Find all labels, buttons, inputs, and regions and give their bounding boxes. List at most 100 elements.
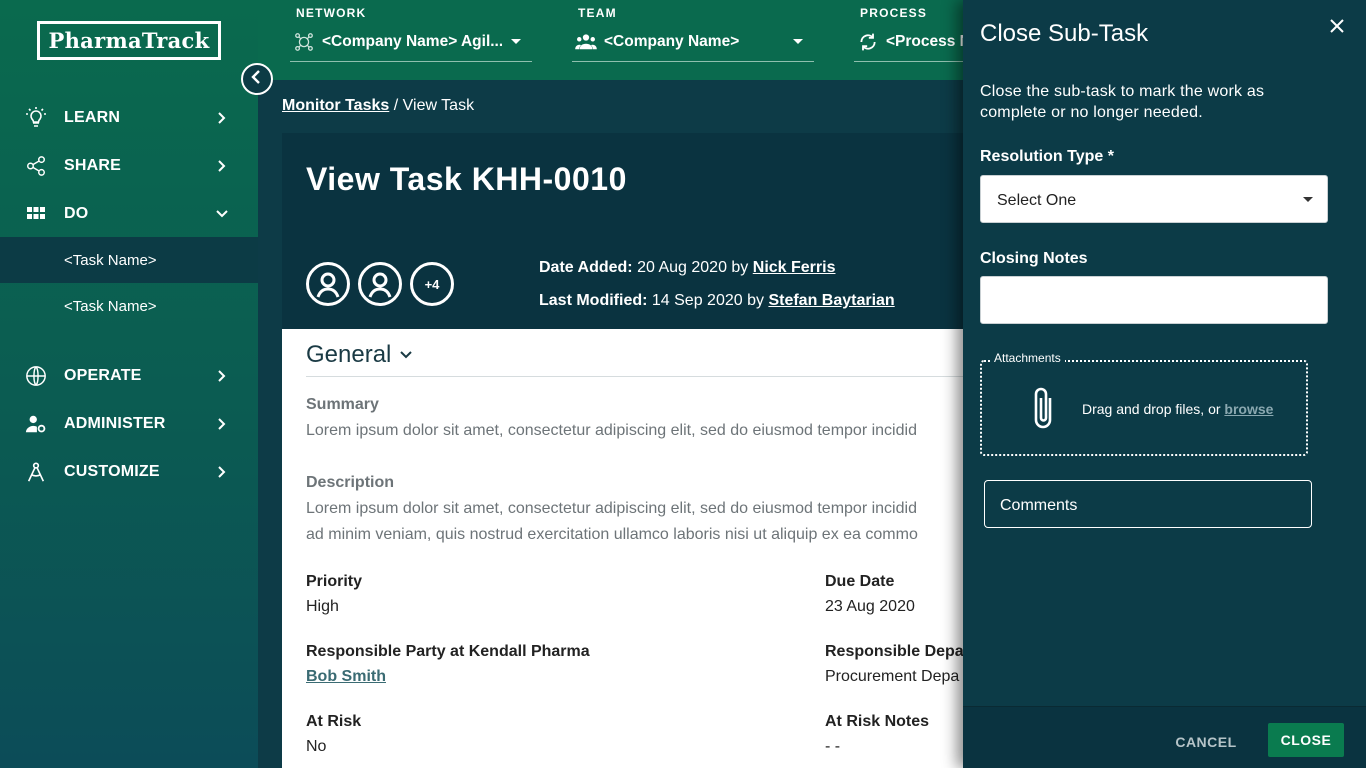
dropdown-arrow-icon <box>1303 197 1313 202</box>
paperclip-icon <box>1028 384 1058 434</box>
team-value: <Company Name> <box>604 33 740 50</box>
attachments-dropzone[interactable]: Attachments Drag and drop files, or brow… <box>980 351 1308 456</box>
at-risk-label: At Risk <box>306 713 362 730</box>
dropzone-text: Drag and drop files, or browse <box>1082 401 1273 417</box>
share-icon <box>24 154 48 178</box>
resolution-type-label: Resolution Type * <box>980 148 1114 165</box>
priority-value: High <box>306 598 339 615</box>
globe-icon <box>24 364 48 388</box>
section-title: General <box>306 341 392 368</box>
sidebar-subitem-label: <Task Name> <box>64 251 157 269</box>
breadcrumb-current: View Task <box>402 97 475 114</box>
sidebar-subitem-label: <Task Name> <box>64 297 157 315</box>
process-label: PROCESS <box>860 6 928 20</box>
process-dropdown[interactable]: <Process N <box>854 28 971 62</box>
last-modified-value: 14 Sep 2020 by <box>651 292 764 309</box>
date-added-value: 20 Aug 2020 by <box>637 259 749 276</box>
chevron-right-icon <box>212 366 232 386</box>
divider <box>306 376 982 377</box>
resolution-type-value: Select One <box>997 192 1077 209</box>
team-label: TEAM <box>578 6 617 20</box>
chevron-right-icon <box>212 414 232 434</box>
due-date-value: 23 Aug 2020 <box>825 598 915 615</box>
network-label: NETWORK <box>296 6 367 20</box>
close-subtask-drawer: Close Sub-Task Close the sub-task to mar… <box>963 0 1366 768</box>
user-gear-icon <box>24 412 48 436</box>
sidebar-item-label: CUSTOMIZE <box>64 463 160 480</box>
chevron-down-icon <box>399 341 413 369</box>
date-added-label: Date Added: <box>539 259 633 276</box>
summary-text: Lorem ipsum dolor sit amet, consectetur … <box>306 422 917 439</box>
comments-field[interactable]: Comments <box>984 480 1312 528</box>
breadcrumb-separator: / <box>389 97 403 114</box>
sidebar-item-share[interactable]: SHARE <box>0 142 258 190</box>
sidebar-item-label: SHARE <box>64 157 122 174</box>
sidebar: PharmaTrack LEARN SHARE DO <Task Name> <… <box>0 0 258 768</box>
close-icon <box>1329 18 1345 39</box>
avatar[interactable] <box>306 262 350 306</box>
breadcrumb: Monitor Tasks / View Task <box>282 97 474 115</box>
description-text-line1: Lorem ipsum dolor sit amet, consectetur … <box>306 500 917 517</box>
team-dropdown[interactable]: <Company Name> <box>572 28 814 62</box>
collapse-sidebar-button[interactable] <box>241 63 273 95</box>
description-label: Description <box>306 474 395 491</box>
sidebar-item-operate[interactable]: OPERATE <box>0 352 258 400</box>
sidebar-subitem-task[interactable]: <Task Name> <box>0 283 258 329</box>
logo[interactable]: PharmaTrack <box>36 20 222 60</box>
responsible-party-label: Responsible Party at Kendall Pharma <box>306 643 590 660</box>
refresh-icon <box>856 30 880 54</box>
network-dropdown[interactable]: <Company Name> Agil... <box>290 28 532 62</box>
dropdown-arrow-icon <box>511 39 521 44</box>
dropdown-arrow-icon <box>793 39 803 44</box>
cancel-button[interactable]: CANCEL <box>1166 729 1246 755</box>
sidebar-subitem-task[interactable]: <Task Name> <box>0 237 258 283</box>
sidebar-item-label: DO <box>64 205 89 222</box>
breadcrumb-link-monitor-tasks[interactable]: Monitor Tasks <box>282 97 389 114</box>
drawer-footer: CANCEL CLOSE <box>963 706 1366 768</box>
drawer-title: Close Sub-Task <box>980 20 1149 47</box>
drawer-description: Close the sub-task to mark the work as c… <box>980 83 1265 121</box>
due-date-label: Due Date <box>825 573 895 590</box>
modified-by-link[interactable]: Stefan Baytarian <box>768 292 894 309</box>
logo-area: PharmaTrack <box>0 0 258 80</box>
description-text-line2: ad minim veniam, quis nostrud exercitati… <box>306 526 918 543</box>
more-avatars-badge[interactable]: +4 <box>410 262 454 306</box>
at-risk-notes-label: At Risk Notes <box>825 713 930 730</box>
network-value: <Company Name> Agil... <box>322 33 502 50</box>
closing-notes-input[interactable] <box>980 276 1328 324</box>
added-by-link[interactable]: Nick Ferris <box>753 259 836 276</box>
team-icon <box>574 30 598 54</box>
chevron-down-icon <box>212 204 232 224</box>
sidebar-item-label: OPERATE <box>64 367 142 384</box>
chevron-right-icon <box>212 108 232 128</box>
chevron-right-icon <box>212 462 232 482</box>
sidebar-item-administer[interactable]: ADMINISTER <box>0 400 258 448</box>
closing-notes-label: Closing Notes <box>980 250 1088 267</box>
last-modified-label: Last Modified: <box>539 292 648 309</box>
grid-icon <box>24 202 48 226</box>
general-section-toggle[interactable]: General <box>306 341 413 369</box>
resolution-type-select[interactable]: Select One <box>980 175 1328 223</box>
priority-label: Priority <box>306 573 363 590</box>
sidebar-item-do[interactable]: DO <box>0 190 258 238</box>
sidebar-item-customize[interactable]: CUSTOMIZE <box>0 448 258 496</box>
responsible-party-value: Bob Smith <box>306 668 386 686</box>
compass-icon <box>24 460 48 484</box>
browse-link[interactable]: browse <box>1224 401 1273 417</box>
at-risk-notes-value: - - <box>825 738 841 755</box>
at-risk-value: No <box>306 738 327 755</box>
attachments-label: Attachments <box>990 351 1065 365</box>
sidebar-item-learn[interactable]: LEARN <box>0 94 258 142</box>
avatar[interactable] <box>358 262 402 306</box>
responsible-dept-label: Responsible Depar <box>825 643 970 660</box>
sidebar-item-label: LEARN <box>64 109 121 126</box>
page-title: View Task KHH-0010 <box>306 161 627 197</box>
close-drawer-button[interactable] <box>1325 16 1349 40</box>
general-card: General Summary Lorem ipsum dolor sit am… <box>282 329 982 768</box>
responsible-party-link[interactable]: Bob Smith <box>306 668 386 685</box>
dropzone-instruction: Drag and drop files, or <box>1082 401 1225 417</box>
network-icon <box>292 30 316 54</box>
responsible-dept-value: Procurement Depa <box>825 668 960 685</box>
process-value: <Process N <box>886 33 971 50</box>
close-button[interactable]: CLOSE <box>1268 723 1344 757</box>
